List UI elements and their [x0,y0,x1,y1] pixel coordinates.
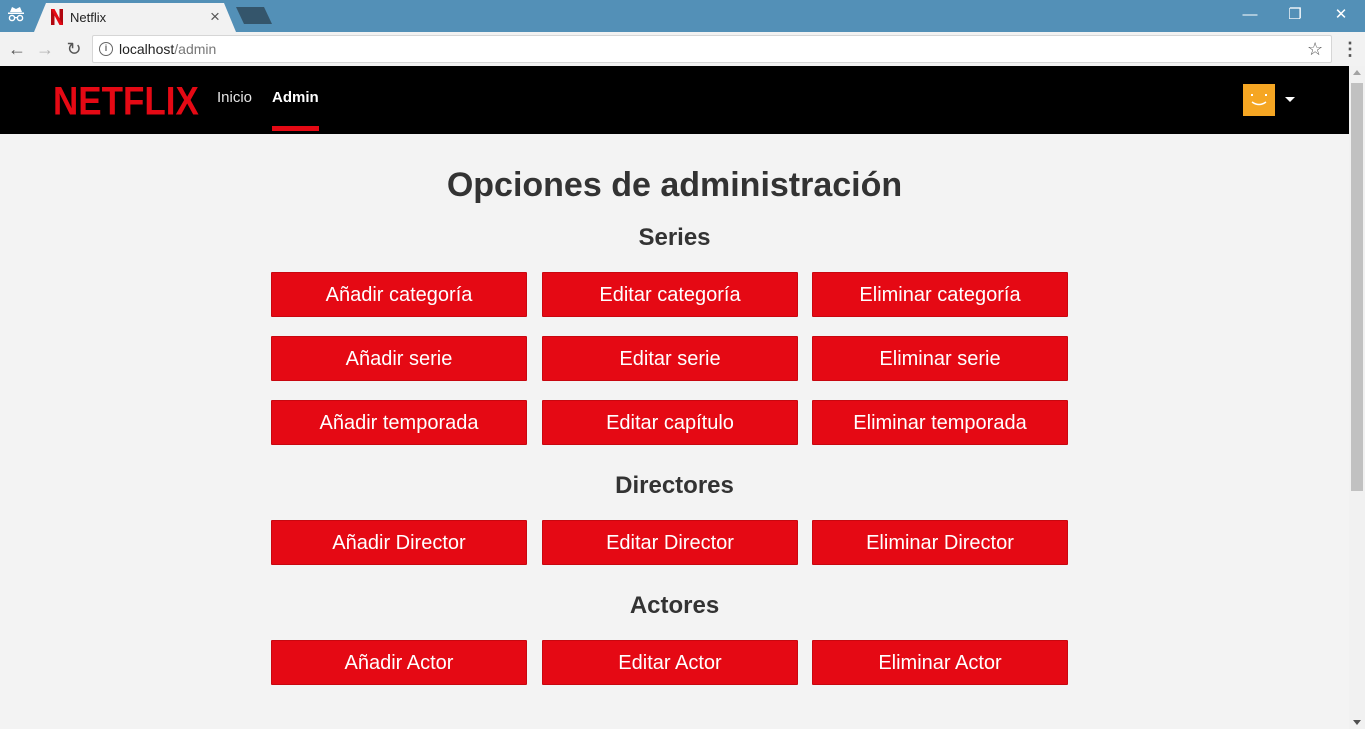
window-close-icon[interactable]: ✕ [1318,4,1364,26]
browser-tab[interactable]: Netflix × [34,3,236,32]
chevron-down-icon[interactable] [1285,97,1295,102]
edit-episode-button[interactable]: Editar capítulo [542,400,798,445]
page-title: Opciones de administración [446,166,903,204]
site-navbar: NETFLIX Inicio Admin [0,66,1349,134]
delete-actor-button[interactable]: Eliminar Actor [812,640,1068,685]
delete-season-button[interactable]: Eliminar temporada [812,400,1068,445]
avatar[interactable] [1243,84,1275,116]
restore-icon[interactable]: ❐ [1272,4,1318,26]
reload-icon[interactable]: ↻ [61,36,87,62]
nav-link-admin[interactable]: Admin [272,89,319,106]
scroll-down-icon[interactable] [1353,720,1361,725]
tab-title: Netflix [70,10,107,25]
add-category-button[interactable]: Añadir categoría [271,272,527,317]
menu-icon[interactable]: ⋮ [1340,36,1360,62]
edit-director-button[interactable]: Editar Director [542,520,798,565]
smiley-icon [1251,94,1267,106]
delete-series-button[interactable]: Eliminar serie [812,336,1068,381]
address-bar[interactable]: i localhost/admin ☆ [92,35,1332,63]
add-season-button[interactable]: Añadir temporada [271,400,527,445]
edit-category-button[interactable]: Editar categoría [542,272,798,317]
forward-icon[interactable]: → [32,36,58,62]
star-icon[interactable]: ☆ [1307,38,1323,60]
section-title-series: Series [638,224,711,251]
section-title-directores: Directores [615,472,734,499]
url-host: localhost [119,41,175,57]
scroll-thumb[interactable] [1351,83,1363,491]
edit-series-button[interactable]: Editar serie [542,336,798,381]
back-icon[interactable]: ← [4,36,30,62]
minimize-icon[interactable]: — [1227,4,1273,26]
new-tab-button[interactable] [236,7,272,24]
close-icon[interactable]: × [210,6,220,28]
url-path: /admin [174,41,217,57]
netflix-logo[interactable]: NETFLIX [53,79,199,125]
delete-director-button[interactable]: Eliminar Director [812,520,1068,565]
add-series-button[interactable]: Añadir serie [271,336,527,381]
netflix-favicon [51,9,63,25]
add-actor-button[interactable]: Añadir Actor [271,640,527,685]
browser-toolbar: ← → ↻ i localhost/admin ☆ ⋮ [0,32,1365,66]
page-viewport: NETFLIX Inicio Admin Opciones de adminis… [0,66,1349,729]
section-title-actores: Actores [629,592,720,619]
page-scrollbar[interactable] [1349,66,1365,729]
edit-actor-button[interactable]: Editar Actor [542,640,798,685]
delete-category-button[interactable]: Eliminar categoría [812,272,1068,317]
active-nav-indicator [272,126,319,131]
browser-titlebar: Netflix × — ❐ ✕ [0,0,1365,32]
incognito-icon [6,6,26,24]
info-icon[interactable]: i [99,42,113,56]
add-director-button[interactable]: Añadir Director [271,520,527,565]
url-text[interactable]: localhost/admin [119,41,216,57]
scroll-up-icon[interactable] [1353,70,1361,75]
nav-link-inicio[interactable]: Inicio [217,89,252,106]
